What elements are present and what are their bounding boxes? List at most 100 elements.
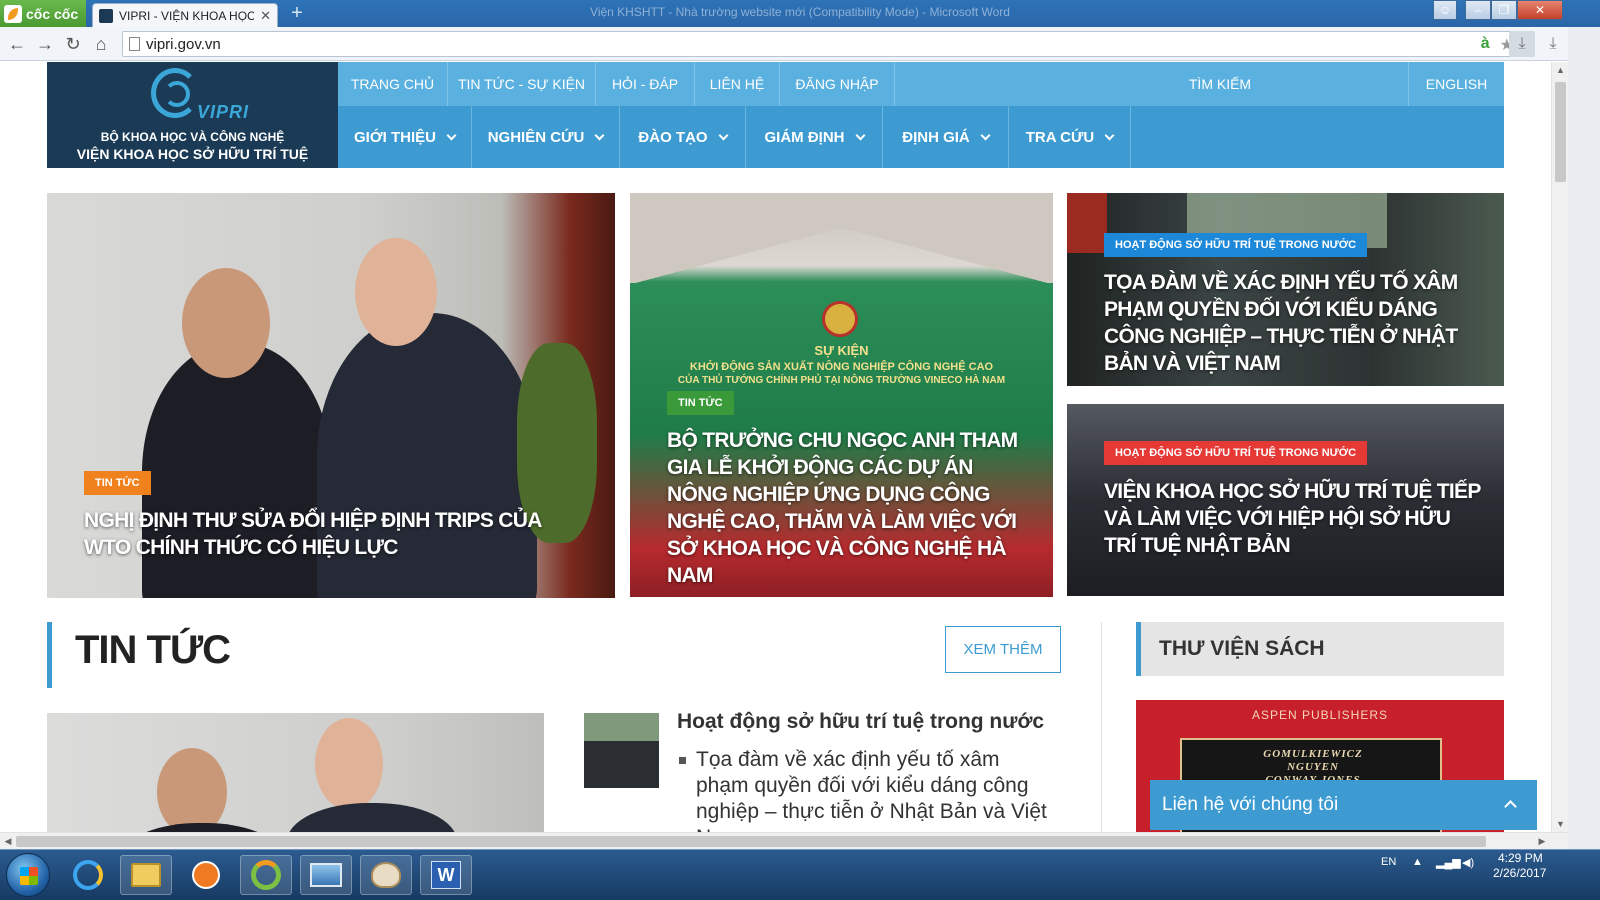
- word-icon: W: [431, 861, 461, 889]
- nav-faq[interactable]: HỎI - ĐÁP: [596, 62, 695, 106]
- taskbar-media[interactable]: [180, 855, 232, 895]
- photo-face: [157, 748, 227, 832]
- start-button[interactable]: [6, 853, 50, 897]
- feature-tile-4[interactable]: HOẠT ĐỘNG SỞ HỮU TRÍ TUỆ TRONG NƯỚC VIỆN…: [1067, 404, 1504, 596]
- internet-explorer-icon: [73, 860, 103, 890]
- new-tab-button[interactable]: +: [286, 3, 308, 24]
- coccoc-menu-button[interactable]: cốc cốc: [0, 0, 86, 27]
- browser-tab[interactable]: VIPRI - VIỆN KHOA HỌC SỞ ✕: [92, 3, 278, 27]
- feature-category-badge[interactable]: HOẠT ĐỘNG SỞ HỮU TRÍ TUỆ TRONG NƯỚC: [1104, 233, 1368, 257]
- address-bar[interactable]: vipri.gov.vn: [122, 31, 1516, 57]
- vertical-scrollbar[interactable]: ▲ ▼: [1551, 62, 1568, 832]
- nav-research[interactable]: NGHIÊN CỨU: [472, 106, 620, 168]
- photo-face: [355, 238, 437, 346]
- nav-assessment-label: GIÁM ĐỊNH: [764, 128, 845, 146]
- scroll-down-icon[interactable]: ▼: [1552, 816, 1569, 832]
- photo-viewer-icon: [310, 863, 342, 887]
- nav-search[interactable]: TÌM KIẾM: [1158, 62, 1282, 106]
- forward-icon[interactable]: →: [34, 33, 56, 55]
- tray-language[interactable]: EN: [1381, 856, 1396, 868]
- contact-us-widget[interactable]: Liên hệ với chúng tôi: [1150, 780, 1537, 830]
- library-title: THƯ VIỆN SÁCH: [1159, 637, 1325, 660]
- chevron-down-icon: [1104, 130, 1115, 140]
- book-author: GOMULKIEWICZ: [1263, 748, 1363, 760]
- volume-icon[interactable]: ◀): [1462, 856, 1474, 869]
- profile-icon[interactable]: ☺: [1433, 0, 1457, 20]
- news-list-item[interactable]: Tọa đàm về xác định yếu tố xâm phạm quyề…: [677, 747, 1057, 832]
- scroll-left-icon[interactable]: ◀: [0, 833, 16, 850]
- nav-about-label: GIỚI THIỆU: [354, 128, 436, 146]
- news-lead-photo[interactable]: [47, 713, 544, 832]
- photo-face: [315, 718, 383, 810]
- savior-download-icon[interactable]: ⤓: [1509, 31, 1535, 57]
- feature-tile-3[interactable]: HOẠT ĐỘNG SỞ HỮU TRÍ TUỆ TRONG NƯỚC TỌA …: [1067, 193, 1504, 386]
- photo-tent-roof: [630, 193, 1053, 283]
- nav-assessment[interactable]: GIÁM ĐỊNH: [746, 106, 883, 168]
- photo-flag: [1067, 193, 1107, 253]
- horizontal-scroll-thumb[interactable]: [16, 836, 1486, 847]
- scroll-right-icon[interactable]: ▶: [1534, 833, 1550, 850]
- taskbar-coccoc[interactable]: [240, 855, 292, 895]
- feature-tile-2[interactable]: SỰ KIỆN KHỞI ĐỘNG SẢN XUẤT NÔNG NGHIỆP C…: [630, 193, 1053, 597]
- url-text: vipri.gov.vn: [146, 35, 221, 53]
- vertical-scroll-thumb[interactable]: [1555, 82, 1566, 182]
- taskbar-paint[interactable]: [360, 855, 412, 895]
- nav-about[interactable]: GIỚI THIỆU: [338, 106, 472, 168]
- feature-title[interactable]: BỘ TRƯỞNG CHU NGỌC ANH THAM GIA LỄ KHỞI …: [667, 427, 1037, 589]
- window-title: Viện KHSHTT - Nhà trường website mới (Co…: [590, 5, 1010, 19]
- nav-contact[interactable]: LIÊN HỆ: [695, 62, 780, 106]
- maximize-button[interactable]: ❐: [1491, 0, 1517, 20]
- downloads-icon[interactable]: ⤓: [1540, 31, 1566, 57]
- chevron-up-icon[interactable]: [1504, 800, 1517, 813]
- tray-clock-date[interactable]: 2/26/2017: [1493, 866, 1546, 880]
- horizontal-scrollbar[interactable]: ◀ ▶: [0, 832, 1568, 849]
- feature-category-badge[interactable]: TIN TỨC: [667, 391, 734, 415]
- feature-title[interactable]: NGHỊ ĐỊNH THƯ SỬA ĐỔI HIỆP ĐỊNH TRIPS CỦ…: [84, 507, 584, 561]
- right-window-edge: [1568, 27, 1600, 849]
- network-signal-icon[interactable]: ▂▄▆: [1436, 856, 1461, 869]
- tray-show-hidden-icon[interactable]: ▲: [1412, 856, 1423, 868]
- logo-ministry-name: BỘ KHOA HỌC VÀ CÔNG NGHỆ: [100, 130, 285, 144]
- tray-clock-time[interactable]: 4:29 PM: [1498, 851, 1543, 865]
- chevron-down-icon: [718, 130, 729, 140]
- nav-english[interactable]: ENGLISH: [1408, 62, 1504, 106]
- nav-lookup[interactable]: TRA CỨU: [1009, 106, 1131, 168]
- coccoc-icon: [251, 860, 281, 890]
- view-more-button[interactable]: XEM THÊM: [945, 626, 1061, 673]
- taskbar-word[interactable]: W: [420, 855, 472, 895]
- news-category-heading[interactable]: Hoạt động sở hữu trí tuệ trong nước: [677, 710, 1044, 734]
- nav-login[interactable]: ĐĂNG NHẬP: [780, 62, 895, 106]
- nav-valuation[interactable]: ĐỊNH GIÁ: [883, 106, 1009, 168]
- nav-news-events[interactable]: TIN TỨC - SỰ KIỆN: [448, 62, 596, 106]
- reload-icon[interactable]: ↻: [62, 33, 84, 55]
- nav-lookup-label: TRA CỨU: [1025, 128, 1095, 146]
- book-author: NGUYEN: [1287, 761, 1339, 773]
- tab-close-icon[interactable]: ✕: [260, 8, 271, 24]
- feature-tile-1[interactable]: TIN TỨC NGHỊ ĐỊNH THƯ SỬA ĐỔI HIỆP ĐỊNH …: [47, 193, 615, 598]
- nav-training[interactable]: ĐÀO TẠO: [620, 106, 746, 168]
- minimize-button[interactable]: –: [1465, 0, 1491, 20]
- close-window-button[interactable]: ✕: [1517, 0, 1563, 20]
- feature-title[interactable]: TỌA ĐÀM VỀ XÁC ĐỊNH YẾU TỐ XÂM PHẠM QUYỀ…: [1104, 269, 1496, 377]
- vipri-favicon-icon: [99, 8, 113, 23]
- input-method-icon[interactable]: à: [1481, 35, 1490, 55]
- main-navigation: GIỚI THIỆU NGHIÊN CỨU ĐÀO TẠO GIÁM ĐỊNH …: [338, 106, 1504, 168]
- news-item-thumbnail[interactable]: [584, 713, 659, 788]
- windows-taskbar: W EN ▲ ▂▄▆ ◀) 4:29 PM 2/26/2017: [0, 849, 1600, 900]
- feature-title[interactable]: VIỆN KHOA HỌC SỞ HỮU TRÍ TUỆ TIẾP VÀ LÀM…: [1104, 478, 1484, 559]
- feature-category-badge[interactable]: TIN TỨC: [84, 471, 151, 495]
- chevron-down-icon: [980, 130, 991, 140]
- scroll-up-icon[interactable]: ▲: [1552, 62, 1569, 78]
- taskbar-explorer[interactable]: [120, 855, 172, 895]
- nav-home[interactable]: TRANG CHỦ: [338, 62, 448, 106]
- thumb-screen: [584, 713, 659, 741]
- back-icon[interactable]: ←: [6, 33, 28, 55]
- site-logo[interactable]: VIPRI BỘ KHOA HỌC VÀ CÔNG NGHỆ VIỆN KHOA…: [47, 62, 338, 168]
- taskbar-photo[interactable]: [300, 855, 352, 895]
- chevron-down-icon: [594, 130, 605, 140]
- coccoc-logo-icon: [4, 4, 22, 23]
- taskbar-ie[interactable]: [62, 855, 114, 895]
- home-icon[interactable]: ⌂: [90, 33, 112, 55]
- feature-category-badge[interactable]: HOẠT ĐỘNG SỞ HỮU TRÍ TUỆ TRONG NƯỚC: [1104, 441, 1368, 465]
- nav-training-label: ĐÀO TẠO: [638, 128, 708, 146]
